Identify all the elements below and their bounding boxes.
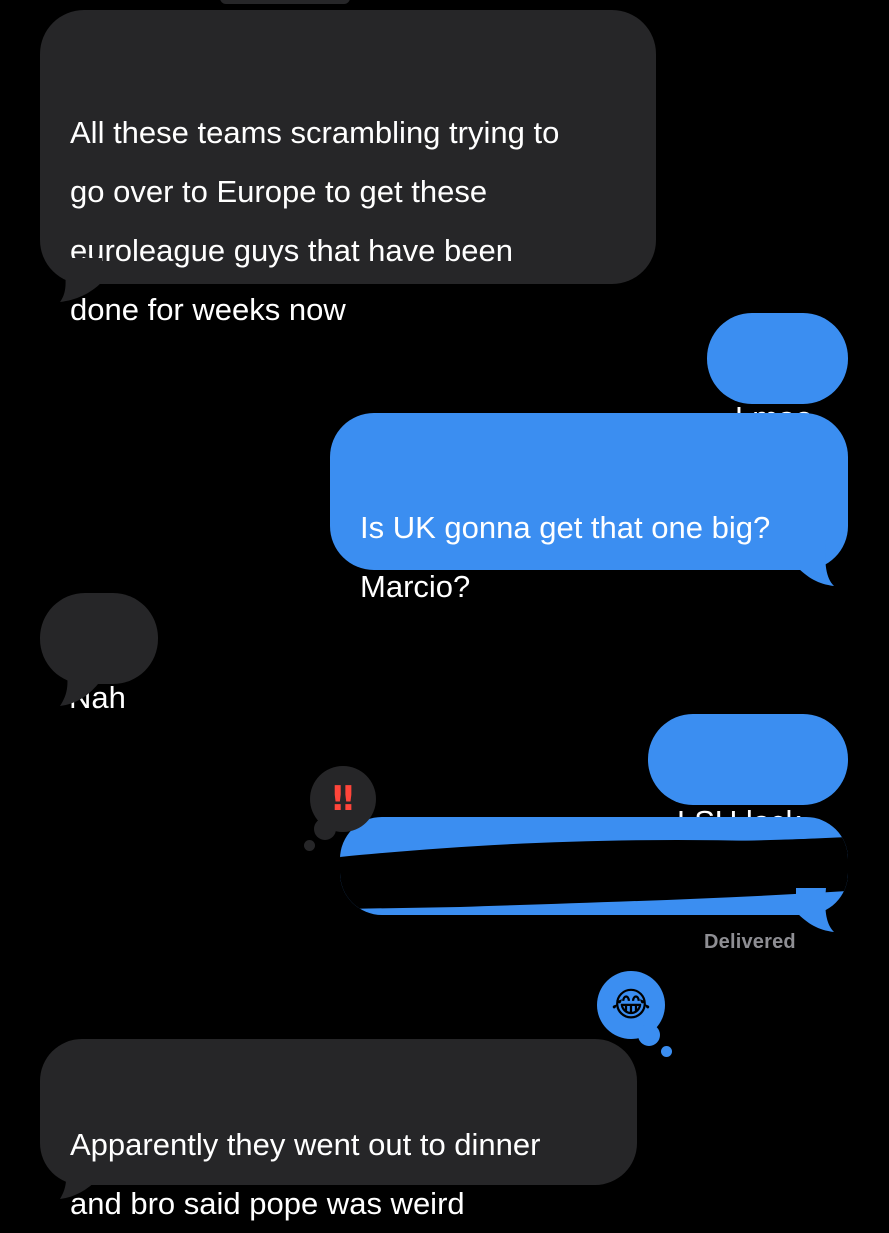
reaction-bubble-dot bbox=[661, 1046, 672, 1057]
message-text: Apparently they went out to dinner and b… bbox=[70, 1127, 541, 1221]
bubble-tail bbox=[60, 660, 98, 706]
delivered-status: Delivered bbox=[704, 931, 796, 953]
message-bubble-sent[interactable]: Is UK gonna get that one big? Marcio? bbox=[330, 413, 848, 604]
laughing-emoji-icon: 😂 bbox=[611, 986, 651, 1024]
message-text: Is UK gonna get that one big? Marcio? bbox=[360, 510, 771, 604]
redacted-message-bubble[interactable] bbox=[340, 817, 848, 915]
bubble-tail bbox=[796, 540, 834, 586]
reaction-bubble-dot bbox=[314, 818, 336, 840]
bubble-tail bbox=[796, 888, 834, 932]
redaction-scribble bbox=[340, 837, 848, 909]
partial-previous-bubble bbox=[220, 0, 350, 4]
double-exclamation-icon: ‼ bbox=[332, 779, 354, 819]
message-text: All these teams scrambling trying to go … bbox=[70, 115, 560, 327]
message-bubble-received[interactable]: All these teams scrambling trying to go … bbox=[40, 10, 656, 327]
message-bubble-received[interactable]: Apparently they went out to dinner and b… bbox=[40, 1039, 637, 1221]
bubble-tail bbox=[60, 1165, 98, 1199]
message-bubble-sent[interactable]: Lmao bbox=[707, 313, 848, 435]
message-bubble-sent[interactable]: LSU lock bbox=[648, 714, 848, 839]
reaction-bubble-dot bbox=[304, 840, 315, 851]
reaction-bubble-dot bbox=[638, 1024, 660, 1046]
bubble-tail bbox=[60, 258, 102, 302]
